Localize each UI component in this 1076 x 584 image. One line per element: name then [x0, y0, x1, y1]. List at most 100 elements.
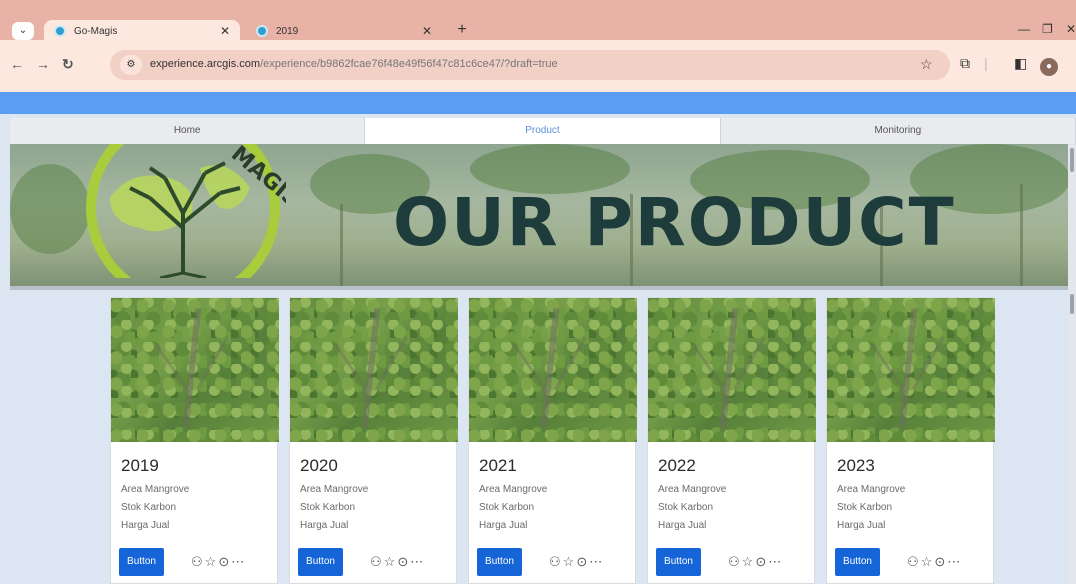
- star-icon[interactable]: ☆: [205, 554, 219, 569]
- card-line-carbon: Stok Karbon: [300, 502, 356, 513]
- reload-icon[interactable]: ↻: [62, 56, 74, 73]
- card-button[interactable]: Button: [656, 548, 701, 576]
- star-icon[interactable]: ☆: [384, 554, 398, 569]
- card-actions: ⚇☆⊙⋯: [728, 554, 783, 570]
- scrollbar-thumb[interactable]: [1070, 294, 1074, 314]
- profile-avatar[interactable]: ●: [1040, 58, 1058, 76]
- tab-search-button[interactable]: ⌄: [12, 22, 34, 40]
- card-line-area: Area Mangrove: [300, 484, 369, 495]
- more-icon[interactable]: ⋯: [947, 554, 962, 569]
- photo-branch: [870, 342, 907, 394]
- card-line-price: Harga Jual: [300, 520, 349, 531]
- star-icon[interactable]: ☆: [742, 554, 756, 569]
- user-icon[interactable]: ⚇: [907, 554, 921, 569]
- photo-branch: [554, 336, 587, 390]
- forward-icon[interactable]: →: [36, 56, 50, 72]
- sidebar-icon[interactable]: ◧: [1014, 55, 1027, 72]
- photo-trunk: [540, 308, 560, 428]
- card-line-carbon: Stok Karbon: [837, 502, 893, 513]
- product-card: 2020 Area Mangrove Stok Karbon Harga Jua…: [289, 297, 458, 584]
- site-info-icon[interactable]: ⚙: [120, 55, 142, 75]
- card-button[interactable]: Button: [477, 548, 522, 576]
- photo-branch: [691, 342, 728, 394]
- card-actions: ⚇☆⊙⋯: [907, 554, 962, 570]
- card-year: 2019: [121, 456, 159, 475]
- card-line-area: Area Mangrove: [121, 484, 190, 495]
- mangrove-photo: [111, 298, 279, 442]
- product-card: 2022 Area Mangrove Stok Karbon Harga Jua…: [647, 297, 816, 584]
- card-actions: ⚇☆⊙⋯: [370, 554, 425, 570]
- card-line-area: Area Mangrove: [837, 484, 906, 495]
- url-path: /experience/b9862fcae76f48e49f56f47c81c6…: [260, 58, 558, 70]
- more-icon[interactable]: ⋯: [410, 554, 425, 569]
- app-nav: Home Product Monitoring: [10, 118, 1076, 144]
- hero-foliage: [10, 164, 90, 254]
- more-icon[interactable]: ⋯: [231, 554, 246, 569]
- user-icon[interactable]: ⚇: [728, 554, 742, 569]
- close-icon[interactable]: ✕: [422, 24, 432, 38]
- photo-branch: [912, 336, 945, 390]
- magis-logo: MAGIS: [86, 144, 286, 278]
- product-card: 2019 Area Mangrove Stok Karbon Harga Jua…: [110, 297, 279, 584]
- extensions-icon[interactable]: ⧉: [960, 55, 970, 72]
- card-button[interactable]: Button: [119, 548, 164, 576]
- card-line-price: Harga Jual: [121, 520, 170, 531]
- card-year: 2021: [479, 456, 517, 475]
- play-circle-icon[interactable]: ⊙: [755, 554, 768, 569]
- tab-2019[interactable]: 2019 ✕: [246, 20, 442, 42]
- product-card: 2021 Area Mangrove Stok Karbon Harga Jua…: [468, 297, 637, 584]
- card-year: 2022: [658, 456, 696, 475]
- minimize-icon[interactable]: —: [1018, 22, 1030, 36]
- star-icon[interactable]: ☆: [563, 554, 577, 569]
- card-line-carbon: Stok Karbon: [121, 502, 177, 513]
- photo-branch: [375, 336, 408, 390]
- back-icon[interactable]: ←: [10, 56, 24, 72]
- more-icon[interactable]: ⋯: [768, 554, 783, 569]
- user-icon[interactable]: ⚇: [191, 554, 205, 569]
- tab-go-magis[interactable]: Go-Magis ✕: [44, 20, 240, 42]
- arcgis-favicon-icon: [54, 25, 66, 37]
- play-circle-icon[interactable]: ⊙: [934, 554, 947, 569]
- nav-tab-product[interactable]: Product: [365, 118, 721, 144]
- photo-branch: [196, 336, 229, 390]
- photo-branch: [733, 336, 766, 390]
- nav-tab-monitoring[interactable]: Monitoring: [720, 118, 1076, 144]
- browser-titlebar: ⌄ Go-Magis ✕ 2019 ✕ + — ❐ ✕: [0, 0, 1076, 42]
- hero-stem: [340, 204, 343, 286]
- more-icon[interactable]: ⋯: [589, 554, 604, 569]
- nav-tab-home[interactable]: Home: [10, 118, 366, 144]
- mangrove-photo: [648, 298, 816, 442]
- arcgis-favicon-icon: [256, 25, 268, 37]
- bookmark-star-icon[interactable]: ☆: [920, 56, 933, 73]
- card-year: 2020: [300, 456, 338, 475]
- url-domain: experience.arcgis.com: [150, 58, 261, 70]
- play-circle-icon[interactable]: ⊙: [397, 554, 410, 569]
- user-icon[interactable]: ⚇: [549, 554, 563, 569]
- address-bar: ← → ↻ ⚙ experience.arcgis.com/experience…: [0, 40, 1076, 92]
- user-icon[interactable]: ⚇: [370, 554, 384, 569]
- tab-title: Go-Magis: [74, 25, 118, 37]
- app-header-strip: [0, 92, 1076, 114]
- restore-icon[interactable]: ❐: [1042, 22, 1053, 36]
- close-window-icon[interactable]: ✕: [1066, 22, 1076, 36]
- photo-trunk: [182, 308, 202, 428]
- card-line-area: Area Mangrove: [479, 484, 548, 495]
- play-circle-icon[interactable]: ⊙: [218, 554, 231, 569]
- new-tab-button[interactable]: +: [452, 20, 472, 40]
- card-button[interactable]: Button: [835, 548, 880, 576]
- photo-trunk: [719, 308, 739, 428]
- card-line-carbon: Stok Karbon: [479, 502, 535, 513]
- page-title: OUR PRODUCT: [393, 184, 956, 261]
- url-text: experience.arcgis.com/experience/b9862fc…: [150, 58, 558, 70]
- page-scrollbar[interactable]: [1068, 144, 1076, 584]
- card-line-price: Harga Jual: [837, 520, 886, 531]
- close-icon[interactable]: ✕: [220, 24, 230, 38]
- product-card: 2023 Area Mangrove Stok Karbon Harga Jua…: [826, 297, 995, 584]
- mangrove-photo: [290, 298, 458, 442]
- card-actions: ⚇☆⊙⋯: [549, 554, 604, 570]
- card-button[interactable]: Button: [298, 548, 343, 576]
- star-icon[interactable]: ☆: [921, 554, 935, 569]
- scrollbar-thumb[interactable]: [1070, 148, 1074, 172]
- play-circle-icon[interactable]: ⊙: [576, 554, 589, 569]
- url-field[interactable]: ⚙ experience.arcgis.com/experience/b9862…: [110, 50, 950, 80]
